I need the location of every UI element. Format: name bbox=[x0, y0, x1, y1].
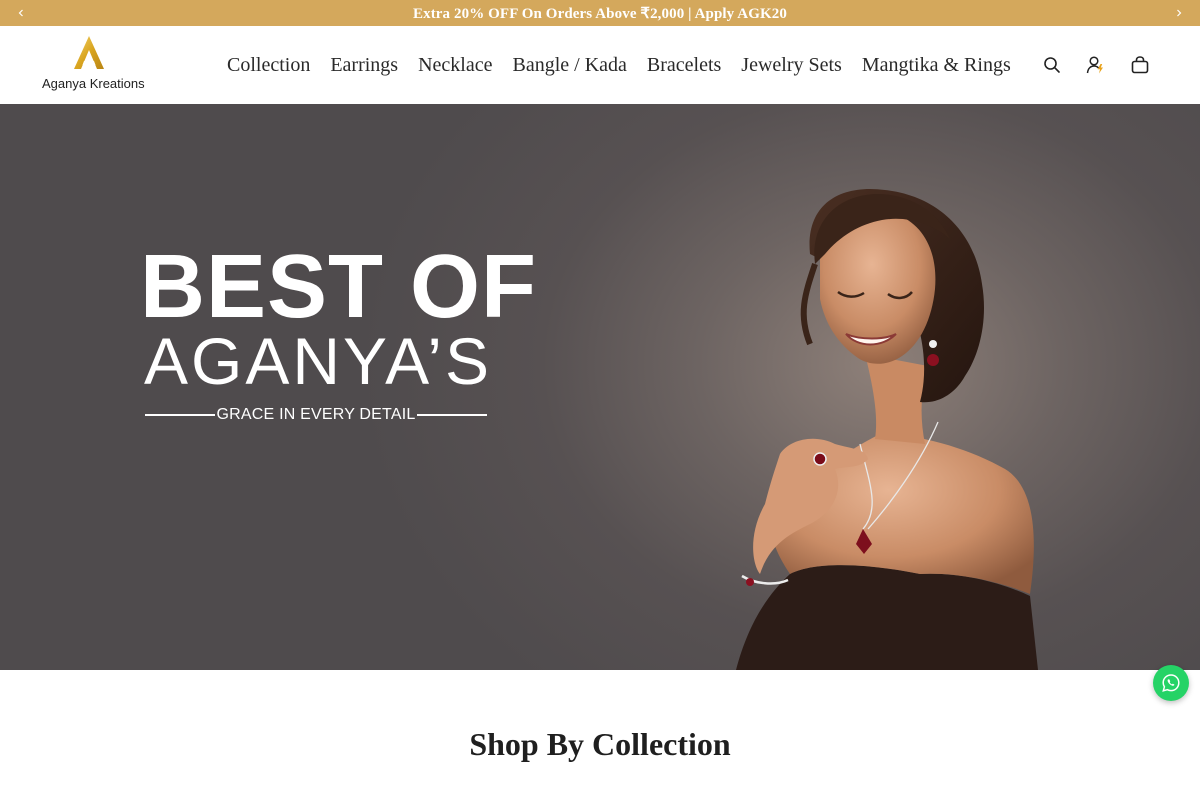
nav-item-earrings[interactable]: Earrings bbox=[320, 54, 408, 77]
logo-mark-icon bbox=[74, 36, 104, 69]
account-icon bbox=[1086, 56, 1103, 74]
whatsapp-button[interactable] bbox=[1153, 665, 1189, 701]
tagline-rule-left bbox=[145, 414, 215, 416]
site-header: Aganya Kreations Collection Earrings Nec… bbox=[0, 26, 1200, 104]
announcement-bar: Extra 20% OFF On Orders Above ₹2,000 | A… bbox=[0, 0, 1200, 26]
hero-tagline: GRACE IN EVERY DETAIL bbox=[145, 404, 487, 426]
whatsapp-icon bbox=[1162, 674, 1180, 692]
announcement-next-button[interactable] bbox=[1164, 0, 1194, 26]
cart-button[interactable] bbox=[1130, 55, 1150, 75]
account-button[interactable] bbox=[1086, 55, 1106, 75]
hero-banner[interactable]: BEST OF AGANYA’S GRACE IN EVERY DETAIL bbox=[0, 104, 1200, 670]
tagline-rule-right bbox=[417, 414, 487, 416]
nav-item-jewelry-sets[interactable]: Jewelry Sets bbox=[731, 54, 852, 77]
cart-icon bbox=[1131, 56, 1149, 74]
announcement-prev-button[interactable] bbox=[6, 0, 36, 26]
nav-item-bangle-kada[interactable]: Bangle / Kada bbox=[502, 54, 636, 77]
nav-item-collection[interactable]: Collection bbox=[217, 54, 320, 77]
search-button[interactable] bbox=[1042, 55, 1062, 75]
hero-tagline-text: GRACE IN EVERY DETAIL bbox=[216, 406, 416, 423]
announcement-text: Extra 20% OFF On Orders Above ₹2,000 | A… bbox=[413, 5, 787, 22]
section-title-shop-by-collection: Shop By Collection bbox=[469, 726, 731, 762]
main-nav: Collection Earrings Necklace Bangle / Ka… bbox=[217, 26, 1021, 104]
chevron-right-icon bbox=[1177, 9, 1182, 17]
search-icon bbox=[1044, 57, 1060, 73]
header-actions bbox=[1042, 26, 1150, 104]
hero-model-image bbox=[736, 188, 1038, 670]
hero-title-line1: BEST OF bbox=[140, 237, 538, 337]
chevron-left-icon bbox=[18, 9, 23, 17]
nav-item-mangtika-rings[interactable]: Mangtika & Rings bbox=[852, 54, 1021, 77]
hero-title-line2: AGANYA’S bbox=[144, 324, 492, 398]
brand-logo[interactable]: Aganya Kreations bbox=[38, 34, 148, 96]
nav-item-necklace[interactable]: Necklace bbox=[408, 54, 502, 77]
brand-name: Aganya Kreations bbox=[42, 76, 145, 91]
nav-item-bracelets[interactable]: Bracelets bbox=[637, 54, 731, 77]
